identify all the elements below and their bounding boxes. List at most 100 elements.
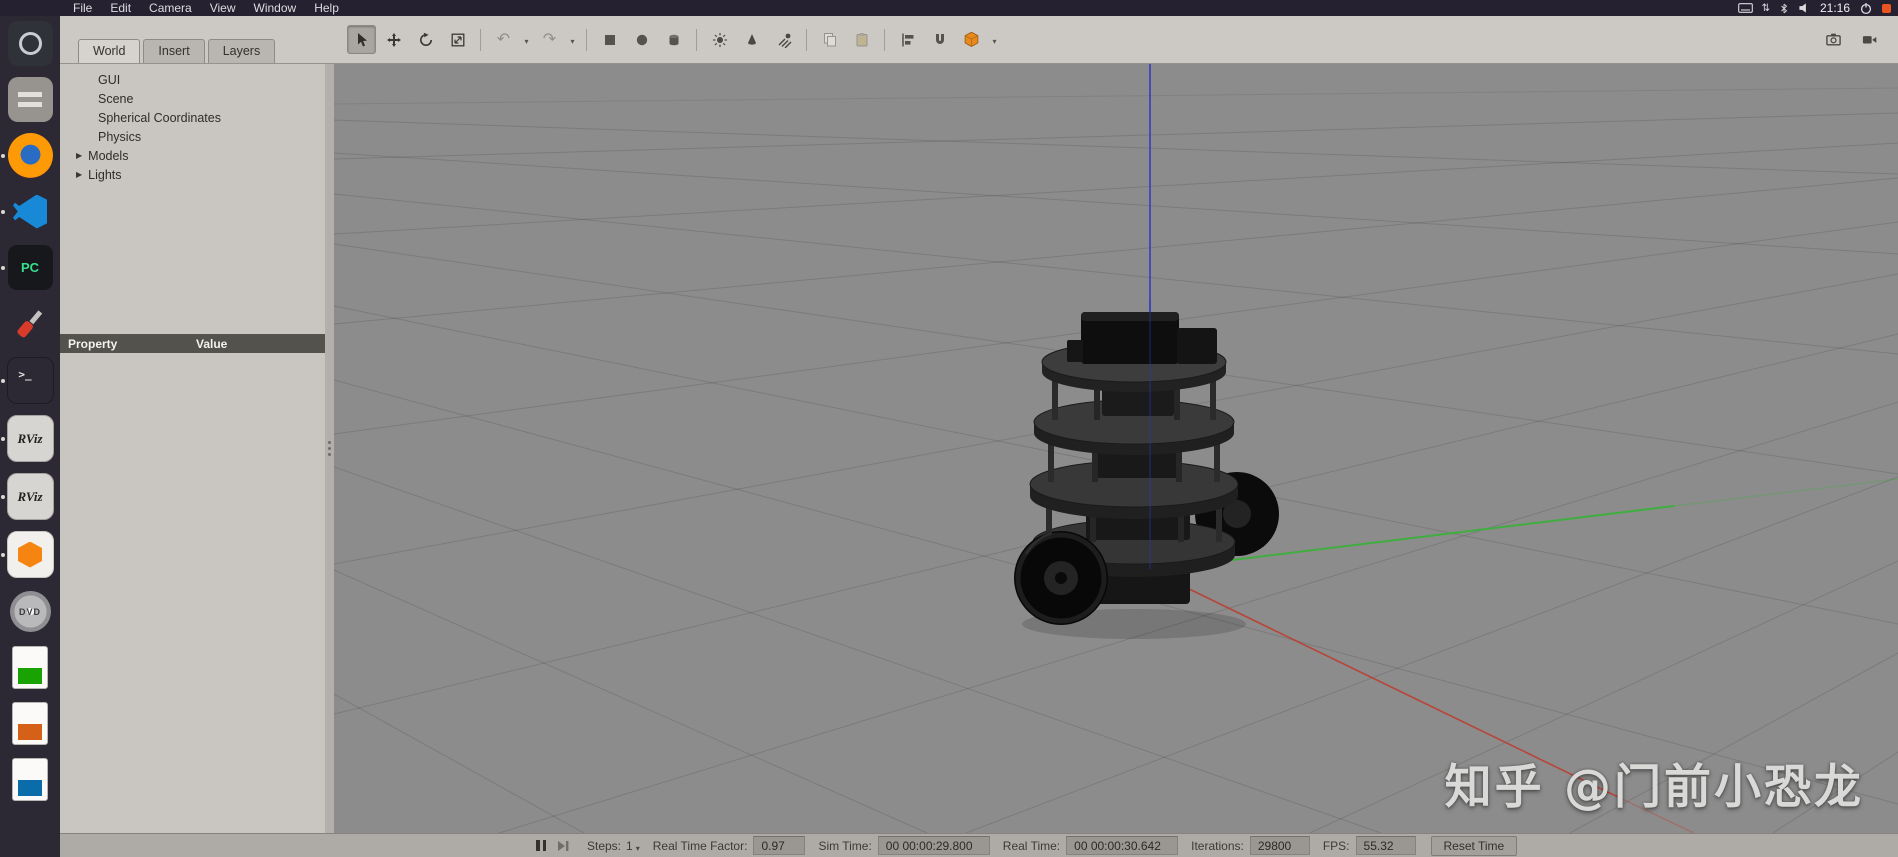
keyboard-icon[interactable] [1737, 3, 1753, 13]
steps-label: Steps: [587, 838, 622, 853]
clock[interactable]: 21:16 [1820, 1, 1850, 15]
vscode-icon[interactable] [8, 189, 53, 234]
fps-value: 55.32 [1355, 836, 1416, 855]
tree-item-lights[interactable]: ▶ Lights [60, 165, 325, 184]
undo-history-caret-icon[interactable]: ▾ [521, 26, 532, 53]
power-icon[interactable] [1859, 1, 1873, 15]
point-light-icon[interactable] [705, 25, 734, 54]
libreoffice-impress-icon[interactable] [8, 701, 53, 746]
steps-caret-icon[interactable]: ▾ [636, 844, 640, 853]
pycharm-icon[interactable]: PC [7, 245, 53, 290]
writer-doc [12, 758, 48, 801]
tab-layers[interactable]: Layers [207, 39, 276, 63]
copy-icon[interactable] [815, 25, 844, 54]
viewport-3d[interactable]: 知乎 @门前小恐龙 [334, 64, 1898, 833]
updown-arrows-icon[interactable]: ⇅ [1762, 3, 1770, 14]
property-table-body[interactable] [60, 353, 325, 833]
insert-sphere-icon[interactable] [627, 25, 656, 54]
insert-cylinder-icon[interactable] [659, 25, 688, 54]
spot-light-icon[interactable] [737, 25, 766, 54]
menu-camera[interactable]: Camera [140, 0, 201, 16]
panel-splitter[interactable] [325, 64, 334, 833]
tree-item-physics[interactable]: Physics [60, 127, 325, 146]
reset-time-button[interactable]: Reset Time [1430, 835, 1518, 856]
translate-tool-icon[interactable] [379, 25, 408, 54]
firefox-icon[interactable] [7, 133, 53, 178]
rotate-tool-icon[interactable] [411, 25, 440, 54]
screwdriver-shape [16, 308, 44, 339]
steps-stepper[interactable]: 1 ▾ [626, 839, 640, 853]
expander-arrow-icon[interactable]: ▶ [76, 170, 82, 179]
rviz-label: RViz [17, 430, 43, 446]
view-angle-icon[interactable] [957, 25, 986, 54]
menu-view[interactable]: View [201, 0, 245, 16]
property-table-header: Property Value [60, 334, 325, 353]
menu-edit[interactable]: Edit [101, 0, 140, 16]
step-button[interactable] [552, 836, 574, 856]
tree-item-label: Physics [98, 129, 142, 144]
expander-arrow-icon[interactable]: ▶ [76, 151, 82, 160]
menu-help[interactable]: Help [305, 0, 348, 16]
select-tool-icon[interactable] [347, 25, 376, 54]
gazebo-top-band: World Insert Layers ↶ ▾ ↷ ▾ ▾ [60, 16, 1898, 64]
launcher-dock: PC >_ RViz RViz DVD [0, 16, 60, 857]
rtf-label: Real Time Factor: [652, 838, 748, 853]
view-angle-caret-icon[interactable]: ▾ [989, 26, 1000, 53]
tree-item-spherical-coordinates[interactable]: Spherical Coordinates [60, 108, 325, 127]
files-icon[interactable] [7, 77, 53, 122]
toolbar-separator [806, 28, 807, 51]
undo-icon[interactable]: ↶ [489, 25, 518, 54]
gazebo-toolbar: ↶ ▾ ↷ ▾ ▾ [347, 16, 1898, 63]
gazebo-icon[interactable] [6, 531, 54, 578]
tab-insert[interactable]: Insert [143, 39, 205, 63]
pause-button[interactable] [530, 836, 552, 856]
y-axis-line-far [1673, 478, 1898, 507]
redo-icon[interactable]: ↷ [535, 25, 564, 54]
tree-item-label: Lights [88, 167, 122, 182]
tree-item-label: Models [88, 148, 129, 163]
scale-tool-icon[interactable] [443, 25, 472, 54]
paste-icon[interactable] [847, 25, 876, 54]
rviz-icon-2[interactable]: RViz [6, 473, 54, 520]
libreoffice-writer-icon[interactable] [8, 757, 53, 802]
toolbar-separator [480, 28, 481, 51]
insert-box-icon[interactable] [595, 25, 624, 54]
snap-tool-icon[interactable] [925, 25, 954, 54]
record-video-icon[interactable] [1855, 25, 1884, 54]
align-tool-icon[interactable] [893, 25, 922, 54]
tree-item-models[interactable]: ▶ Models [60, 146, 325, 165]
3d-viewport-canvas[interactable] [334, 64, 1898, 833]
terminal-prompt: >_ [18, 368, 32, 381]
property-column-header: Property [68, 336, 118, 351]
recording-indicator-icon [1882, 3, 1891, 13]
tree-item-scene[interactable]: Scene [60, 89, 325, 108]
rviz-icon[interactable]: RViz [6, 415, 54, 462]
menu-window[interactable]: Window [245, 0, 306, 16]
impress-doc [12, 702, 48, 745]
libreoffice-calc-icon[interactable] [8, 645, 53, 690]
directional-light-icon[interactable] [769, 25, 798, 54]
terminal-icon[interactable]: >_ [6, 357, 54, 404]
disc-shape: DVD [9, 591, 51, 632]
desktop: File Edit Camera View Window Help ⇅ 21:1… [0, 0, 1898, 857]
sim-time-value: 00 00:00:29.800 [877, 836, 990, 855]
iterations-value: 29800 [1249, 836, 1310, 855]
tree-item-label: Spherical Coordinates [98, 110, 221, 125]
bluetooth-icon[interactable] [1779, 2, 1789, 15]
real-time-value: 00 00:00:30.642 [1066, 836, 1179, 855]
screwdriver-tool-icon[interactable] [8, 301, 53, 346]
status-bar: Steps: 1 ▾ Real Time Factor: 0.97 Sim Ti… [60, 833, 1898, 857]
world-tree: GUI Scene Spherical Coordinates Physics … [60, 64, 325, 334]
dvd-icon[interactable]: DVD [8, 589, 53, 634]
rtf-value: 0.97 [753, 836, 806, 855]
settings-gear-icon[interactable] [7, 21, 53, 66]
tree-item-gui[interactable]: GUI [60, 70, 325, 89]
redo-history-caret-icon[interactable]: ▾ [567, 26, 578, 53]
toolbar-separator [696, 28, 697, 51]
screenshot-icon[interactable] [1819, 25, 1848, 54]
volume-icon[interactable] [1798, 2, 1811, 14]
tab-world[interactable]: World [78, 39, 141, 63]
toolbar-right-group [1819, 25, 1898, 54]
turtlebot3-robot[interactable] [1014, 312, 1279, 639]
menu-file[interactable]: File [64, 0, 101, 16]
